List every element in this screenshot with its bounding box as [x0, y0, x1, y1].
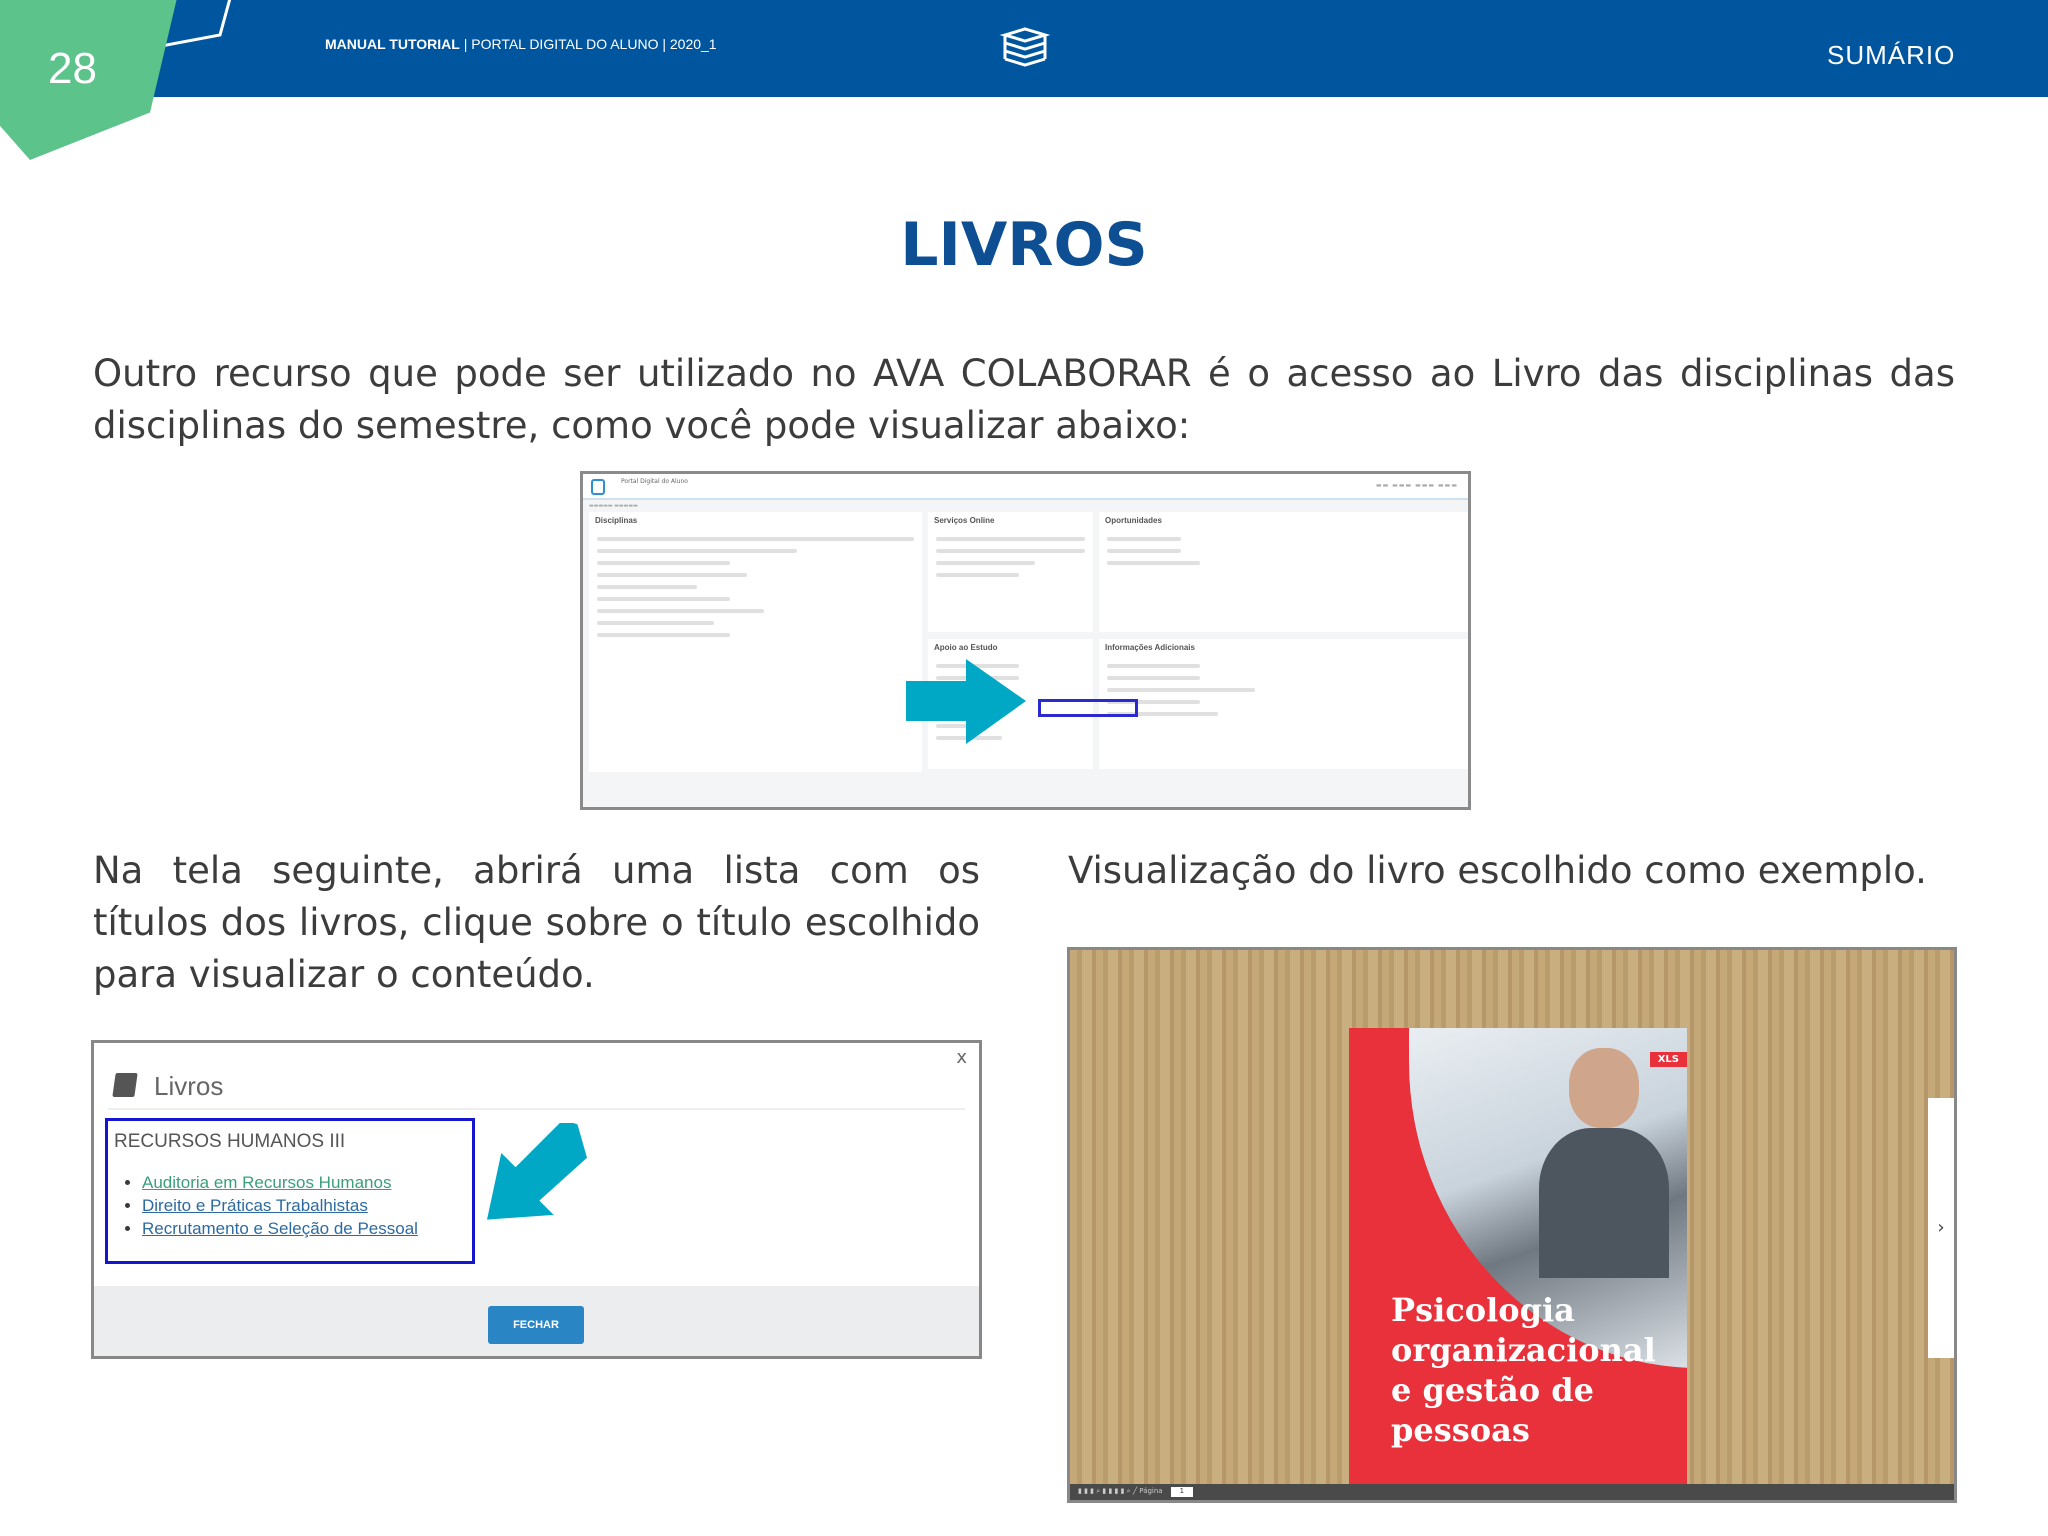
- list-item: Direito e Práticas Trabalhistas: [142, 1194, 466, 1217]
- book-cover: XLS Psicologia organizacional e gestão d…: [1349, 1028, 1687, 1484]
- book-link[interactable]: Recrutamento e Seleção de Pessoal: [142, 1219, 418, 1238]
- book-link[interactable]: Direito e Práticas Trabalhistas: [142, 1196, 368, 1215]
- document-title: MANUAL TUTORIAL | PORTAL DIGITAL DO ALUN…: [325, 36, 717, 52]
- list-item: Recrutamento e Seleção de Pessoal: [142, 1217, 466, 1240]
- next-page-button[interactable]: ›: [1928, 1098, 1954, 1358]
- book-icon: [112, 1073, 138, 1097]
- livros-menu-highlight[interactable]: [1038, 699, 1138, 717]
- viewer-caption: Visualização do livro escolhido como exe…: [1068, 849, 1927, 892]
- toolbar-icons[interactable]: ▮ ▮ ▮ ⌕ ▮ ▮ ▮ ▮ ⌕ ╱: [1078, 1487, 1139, 1495]
- course-name: RECURSOS HUMANOS III: [114, 1131, 346, 1152]
- publisher-badge: XLS: [1649, 1052, 1687, 1067]
- panel-informacoes-adicionais: Informações Adicionais: [1099, 639, 1468, 769]
- book-viewer: XLS Psicologia organizacional e gestão d…: [1067, 947, 1957, 1503]
- list-item: Auditoria em Recursos Humanos: [142, 1171, 466, 1194]
- portal-nav: ▬▬ ▬▬▬ ▬▬▬ ▬▬▬: [1375, 482, 1458, 489]
- instructions-paragraph: Na tela seguinte, abrirá uma lista com o…: [93, 849, 980, 996]
- arrow-down-left-icon: [487, 1123, 587, 1220]
- viewer-toolbar: ▮ ▮ ▮ ⌕ ▮ ▮ ▮ ▮ ⌕ ╱ Página 1: [1070, 1484, 1954, 1500]
- portal-topbar: Portal Digital do Aluno ▬▬ ▬▬▬ ▬▬▬ ▬▬▬: [583, 474, 1468, 500]
- page-title: LIVROS: [900, 210, 1148, 280]
- portal-brand: Portal Digital do Aluno: [621, 478, 688, 485]
- arrow-right-icon: [906, 659, 1026, 744]
- book-link[interactable]: Auditoria em Recursos Humanos: [142, 1173, 391, 1192]
- portal-logo-icon: [591, 479, 605, 495]
- portal-screenshot: Portal Digital do Aluno ▬▬ ▬▬▬ ▬▬▬ ▬▬▬ ▬…: [580, 471, 1471, 810]
- divider: [108, 1108, 965, 1110]
- panel-disciplinas: Disciplinas: [589, 512, 922, 772]
- close-button[interactable]: FECHAR: [488, 1306, 584, 1344]
- cover-title: Psicologia organizacional e gestão de pe…: [1391, 1291, 1656, 1449]
- page-number: 28: [48, 44, 97, 93]
- panel-oportunidades: Oportunidades: [1099, 512, 1468, 632]
- close-icon[interactable]: x: [956, 1047, 967, 1068]
- page-label: Página: [1139, 1487, 1163, 1495]
- panel-servicos-online: Serviços Online: [928, 512, 1093, 632]
- header-bar: 28 MANUAL TUTORIAL | PORTAL DIGITAL DO A…: [0, 0, 2048, 160]
- summary-link[interactable]: SUMÁRIO: [1827, 40, 1955, 71]
- books-stack-icon: [1000, 27, 1050, 67]
- dialog-title: Livros: [154, 1071, 224, 1101]
- page-input[interactable]: 1: [1170, 1487, 1193, 1497]
- book-list-highlight: RECURSOS HUMANOS III Auditoria em Recurs…: [105, 1118, 475, 1264]
- livros-dialog: Livros x RECURSOS HUMANOS III Auditoria …: [91, 1040, 982, 1359]
- intro-paragraph: Outro recurso que pode ser utilizado no …: [93, 352, 1955, 447]
